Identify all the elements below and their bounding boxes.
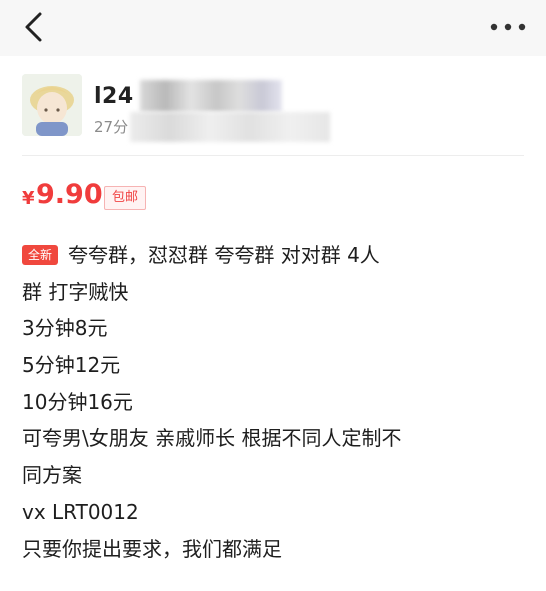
currency-symbol: ¥ xyxy=(22,188,35,209)
divider xyxy=(22,155,524,156)
description-line: 同方案 xyxy=(22,463,82,488)
more-dots-icon xyxy=(490,23,526,31)
description-line: 5分钟12元 xyxy=(22,353,121,378)
redacted-name-blur xyxy=(140,80,282,112)
avatar[interactable] xyxy=(22,74,82,136)
back-button[interactable] xyxy=(18,10,52,44)
description-line: 10分钟16元 xyxy=(22,389,133,414)
post-time: 27分 xyxy=(94,118,129,136)
top-nav-bar xyxy=(0,0,546,56)
description-line: vx LRT0012 xyxy=(22,499,139,524)
description-line: 只要你提出要求，我们都满足 xyxy=(22,536,282,561)
chevron-left-icon xyxy=(25,12,42,42)
listing-card: l24 27分 ¥ 9.90 包邮 全新 夸夸群，怼怼群 夸夸群 对对群 4人 群… xyxy=(0,56,546,591)
listing-description: 全新 夸夸群，怼怼群 夸夸群 对对群 4人 群 打字贼快 3分钟8元 5分钟12元… xyxy=(22,237,532,567)
more-options-button[interactable] xyxy=(488,12,528,42)
description-line: 可夸男\女朋友 亲戚师长 根据不同人定制不 xyxy=(22,426,402,451)
description-line: 3分钟8元 xyxy=(22,316,108,341)
description-line: 全新 夸夸群，怼怼群 夸夸群 对对群 4人 xyxy=(22,237,532,274)
avatar-illustration xyxy=(22,74,82,136)
price-row: ¥ 9.90 包邮 xyxy=(22,176,322,216)
seller-info[interactable]: l24 27分 xyxy=(22,72,522,142)
redacted-time-blur xyxy=(130,112,330,142)
price-value: 9.90 xyxy=(36,179,103,210)
free-shipping-badge: 包邮 xyxy=(104,186,146,210)
description-text: 夸夸群，怼怼群 夸夸群 对对群 4人 xyxy=(68,243,380,267)
condition-new-badge: 全新 xyxy=(22,245,59,265)
description-line: 群 打字贼快 xyxy=(22,279,129,304)
seller-name[interactable]: l24 xyxy=(94,84,134,109)
